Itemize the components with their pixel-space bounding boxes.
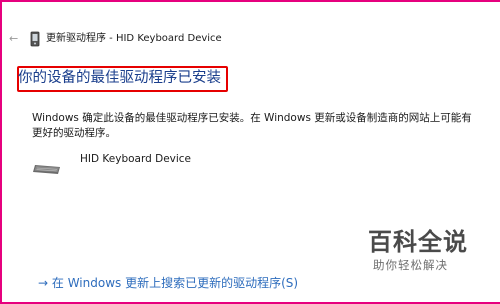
search-windows-update-link[interactable]: → 在 Windows 更新上搜索已更新的驱动程序(S) <box>38 275 298 291</box>
device-icon <box>30 31 40 47</box>
window-title: 更新驱动程序 - HID Keyboard Device <box>46 33 222 44</box>
search-link-label: 在 Windows 更新上搜索已更新的驱动程序(S) <box>51 276 299 290</box>
back-arrow-icon[interactable]: ← <box>9 33 18 45</box>
arrow-right-icon: → <box>38 276 49 290</box>
description-text: Windows 确定此设备的最佳驱动程序已安装。在 Windows 更新或设备制… <box>32 112 472 139</box>
title-bar: ← 更新驱动程序 - HID Keyboard Device <box>2 22 500 58</box>
watermark-subtitle: 助你轻松解决 <box>373 258 448 272</box>
update-driver-window: ← 更新驱动程序 - HID Keyboard Device 你的设备的最佳驱动… <box>2 2 500 302</box>
watermark-title: 百科全说 <box>368 228 468 256</box>
page-heading: 你的设备的最佳驱动程序已安装 <box>18 70 221 86</box>
device-name: HID Keyboard Device <box>80 153 192 165</box>
keyboard-icon <box>33 165 60 174</box>
